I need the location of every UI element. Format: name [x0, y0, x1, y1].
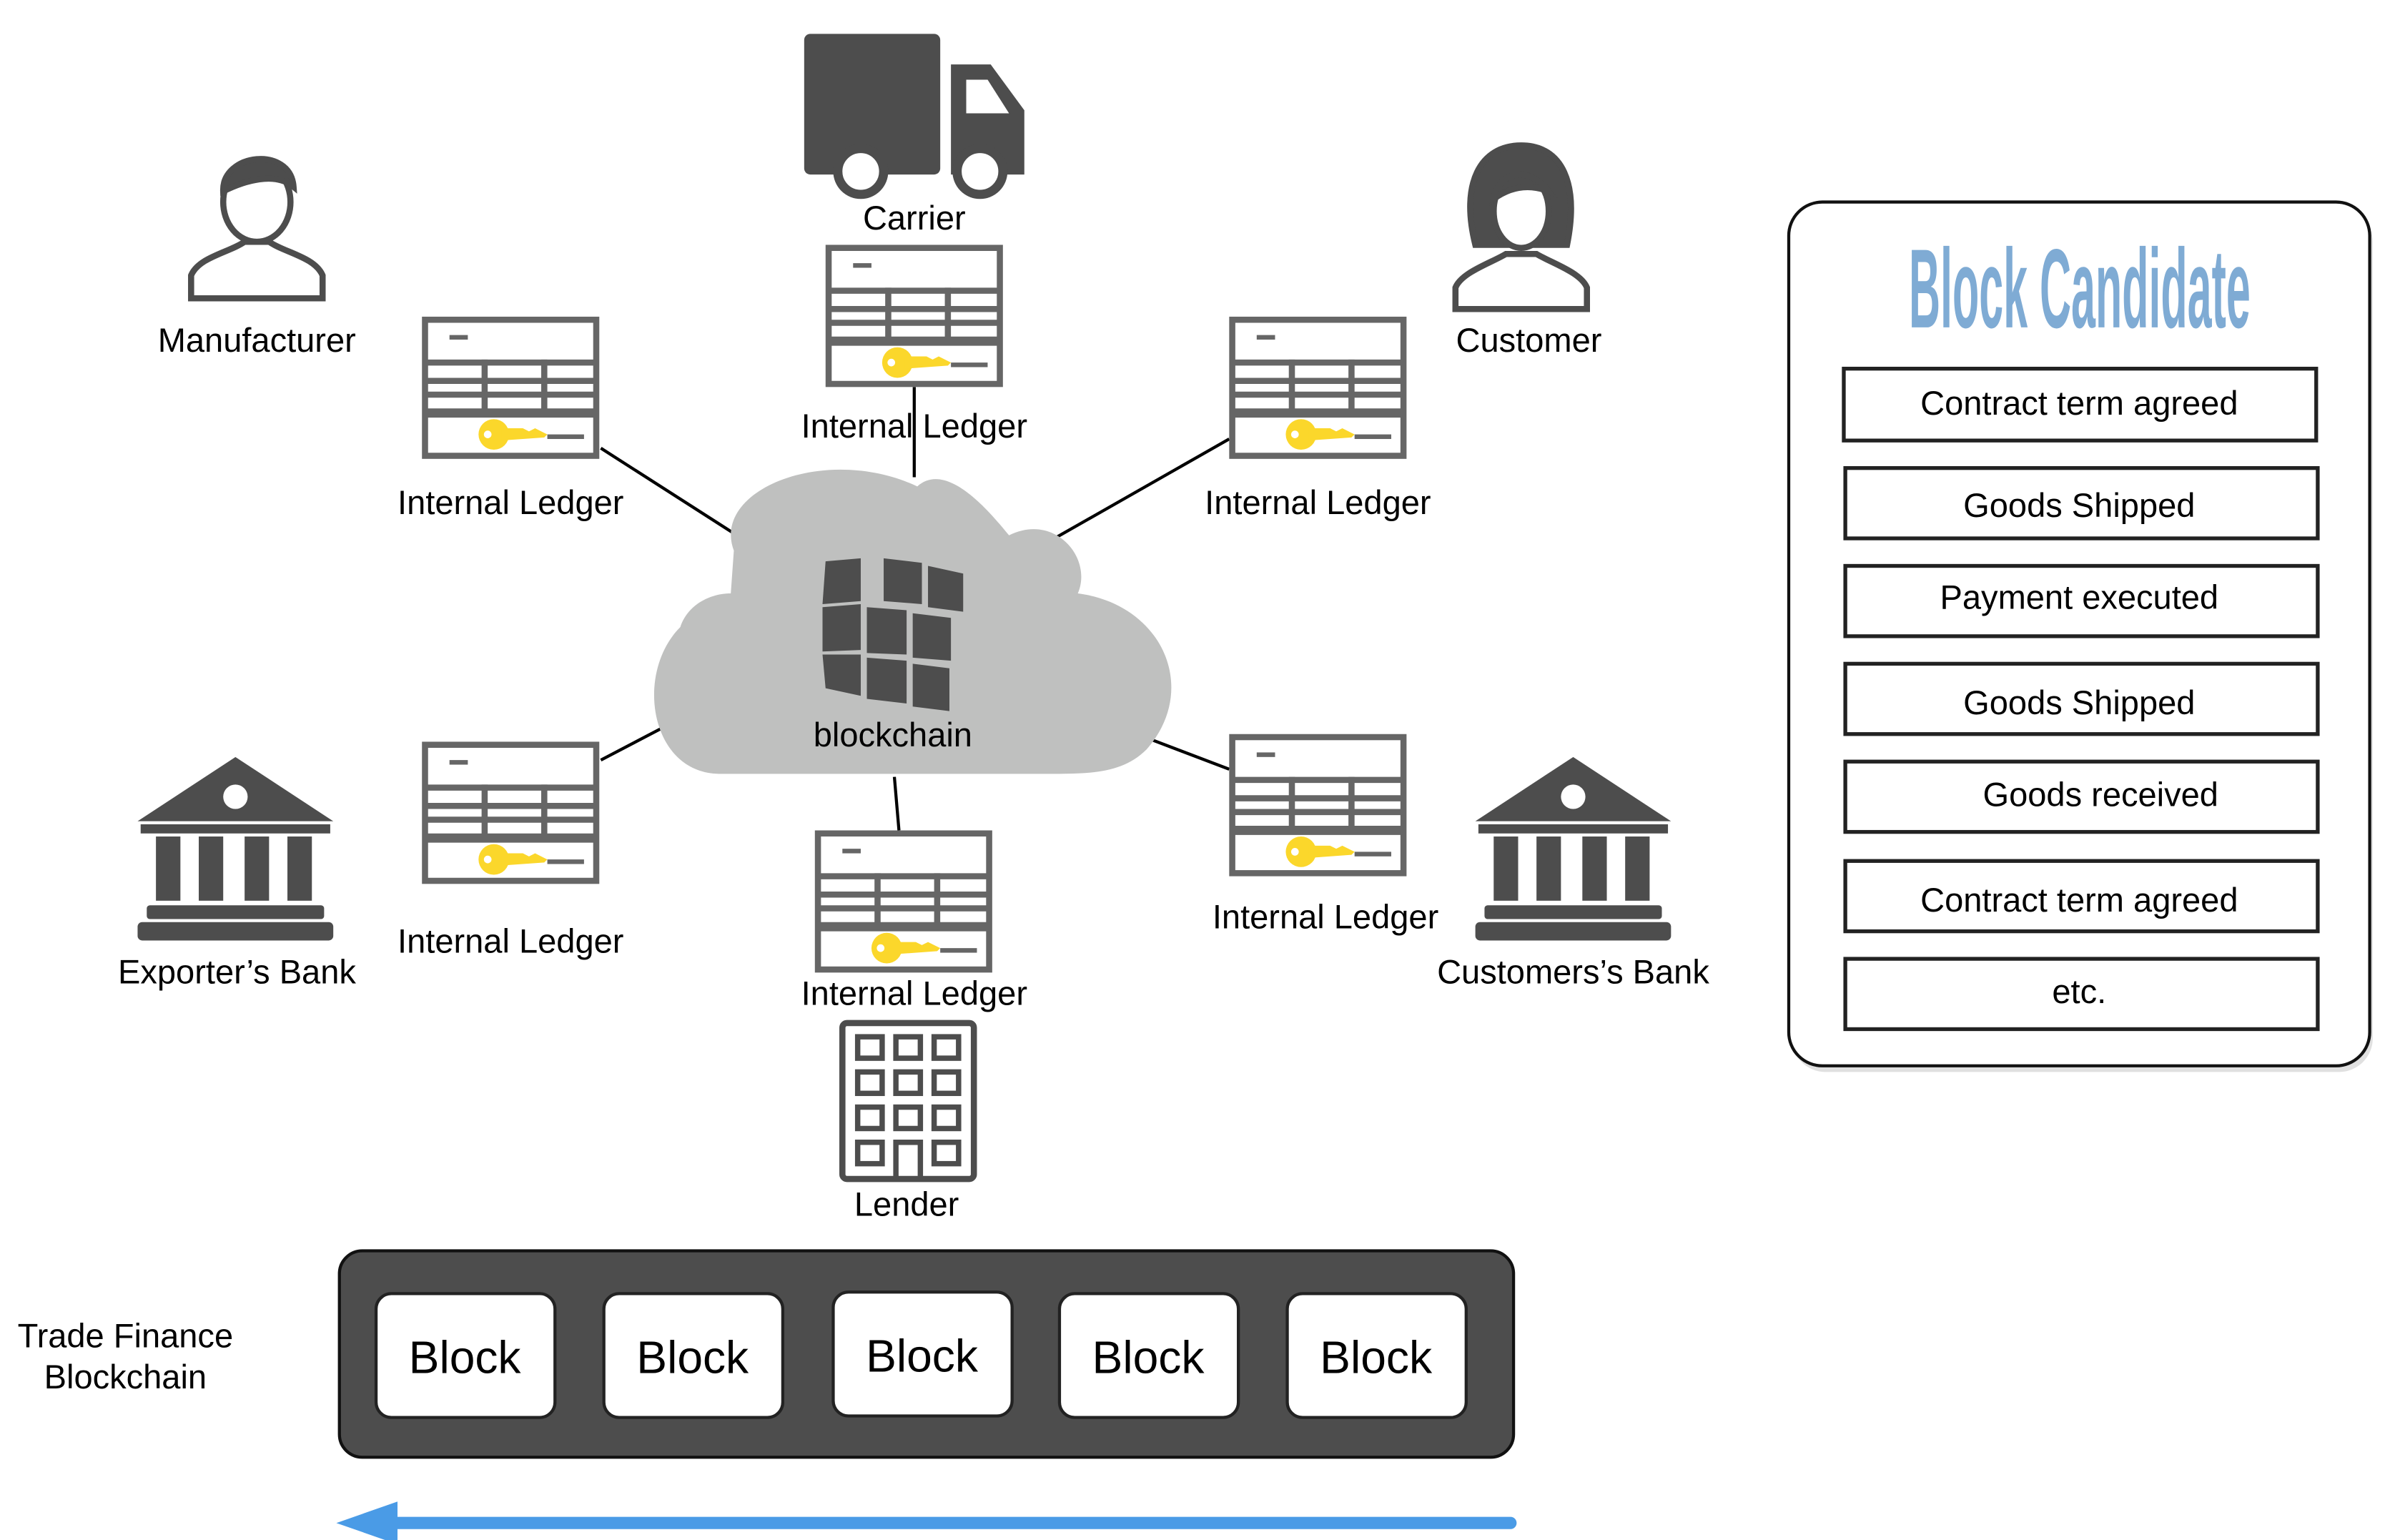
ledger-label: Internal Ledger — [801, 407, 1027, 445]
blockchain-grid-icon — [822, 558, 964, 711]
block-label: Block — [636, 1332, 749, 1383]
block-label: Block — [866, 1330, 979, 1381]
candidate-item[interactable]: Goods received — [1843, 759, 2320, 834]
candidate-item-label: Payment executed — [1940, 578, 2219, 616]
carrier-label: Carrier — [863, 199, 966, 237]
candidate-item[interactable]: Contract term agreed — [1842, 366, 2319, 443]
ledger-label: Internal Ledger — [1213, 897, 1438, 935]
customers-bank-label: Customers’s Bank — [1437, 952, 1709, 990]
ledger-icon — [1230, 320, 1403, 455]
block-5[interactable]: Block — [1285, 1292, 1468, 1419]
chain-label-line1: Trade Finance — [18, 1316, 234, 1354]
manufacturer-label: Manufacturer — [158, 321, 356, 359]
lender-label: Lender — [854, 1185, 959, 1223]
candidate-item-label: Contract term agreed — [1920, 881, 2238, 919]
candidate-item-label: Goods Shipped — [1963, 486, 2195, 524]
customer-label: Customer — [1456, 321, 1602, 359]
block-label: Block — [1320, 1332, 1433, 1383]
ledger-icon — [1230, 737, 1403, 873]
exporters-bank-icon — [137, 756, 334, 941]
candidate-item-label: Goods received — [1983, 775, 2218, 813]
block-label: Block — [1092, 1332, 1205, 1383]
block-4[interactable]: Block — [1057, 1292, 1240, 1419]
ledger-icon — [816, 834, 989, 969]
block-label: Block — [409, 1332, 522, 1383]
candidate-item[interactable]: Goods Shipped — [1843, 465, 2320, 541]
candidate-item[interactable]: Payment executed — [1843, 563, 2320, 638]
trade-finance-diagram: blockchain Internal Ledger Internal Ledg… — [18, 34, 2373, 1540]
building-icon — [839, 1020, 977, 1183]
candidate-item-label: etc. — [2052, 972, 2106, 1010]
candidate-item-label: Contract term agreed — [1920, 384, 2238, 422]
ledger-icon — [827, 248, 1000, 384]
ledger-icon — [423, 745, 596, 881]
block-1[interactable]: Block — [374, 1292, 557, 1419]
ledger-label: Internal Ledger — [1205, 483, 1431, 521]
customer-person-icon — [1452, 142, 1590, 312]
chain-label-line2: Blockchain — [44, 1358, 207, 1396]
ledger-icon — [423, 320, 596, 455]
ledger-label: Internal Ledger — [801, 974, 1027, 1012]
truck-icon — [804, 34, 1024, 199]
ledger-label: Internal Ledger — [398, 922, 623, 960]
candidate-item[interactable]: Contract term agreed — [1843, 859, 2320, 934]
customers-bank-icon — [1475, 756, 1672, 941]
block-2[interactable]: Block — [602, 1292, 785, 1419]
arrow-left-icon — [336, 1501, 1517, 1540]
manufacturer-person-icon — [188, 156, 326, 302]
candidate-item[interactable]: etc. — [1843, 957, 2320, 1032]
candidate-item[interactable]: Goods Shipped — [1843, 661, 2320, 736]
block-3[interactable]: Block — [831, 1290, 1014, 1418]
block-candidate-title: Block Candidate — [1909, 227, 2251, 352]
exporters-bank-label: Exporter’s Bank — [118, 952, 356, 990]
cloud-label: blockchain — [814, 716, 972, 754]
ledger-label: Internal Ledger — [398, 483, 623, 521]
candidate-item-label: Goods Shipped — [1963, 683, 2195, 721]
